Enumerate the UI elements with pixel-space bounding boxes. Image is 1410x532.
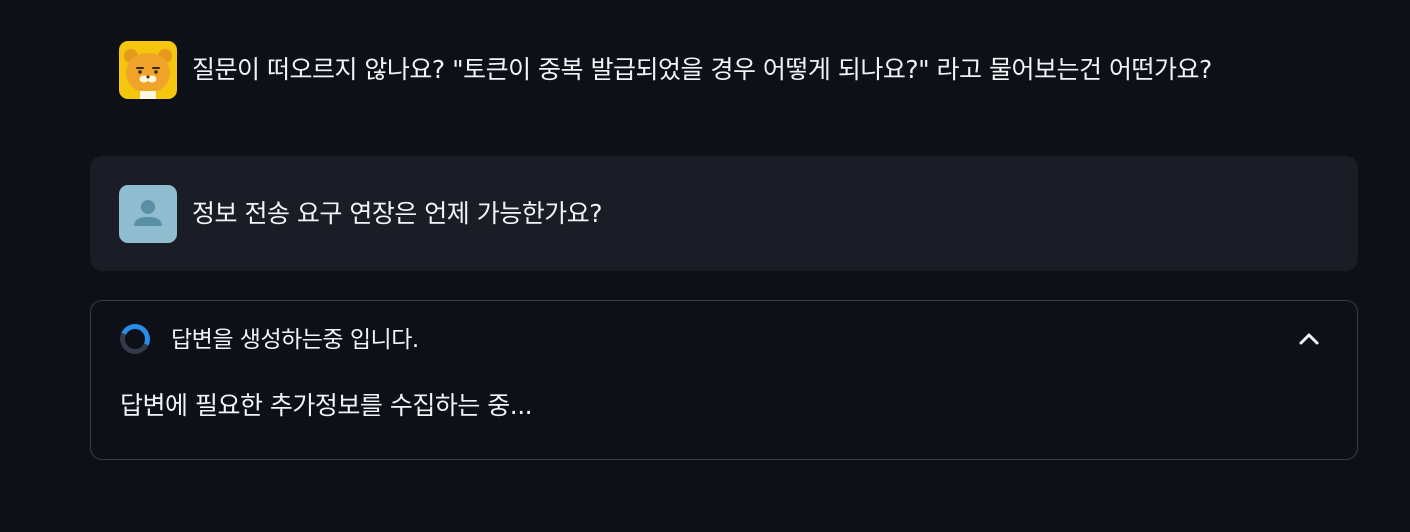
- user-message: 정보 전송 요구 연장은 언제 가능한가요?: [90, 156, 1358, 271]
- status-detail: 답변에 필요한 추가정보를 수집하는 중...: [120, 391, 533, 420]
- collapse-button[interactable]: [1291, 321, 1327, 357]
- user-icon: [119, 184, 177, 243]
- chevron-up-icon: [1299, 333, 1319, 345]
- assistant-message-text: 질문이 떠오르지 않나요? "토큰이 중복 발급되었을 경우 어떻게 되나요?"…: [192, 55, 1212, 84]
- loading-spinner-icon: [115, 319, 155, 359]
- ryan-bear-icon: [119, 41, 177, 99]
- assistant-message: 질문이 떠오르지 않나요? "토큰이 중복 발급되었을 경우 어떻게 되나요?"…: [119, 41, 1319, 99]
- chat-page: 질문이 떠오르지 않나요? "토큰이 중복 발급되었을 경우 어떻게 되나요?"…: [0, 0, 1410, 532]
- status-panel: 답변을 생성하는중 입니다. 답변에 필요한 추가정보를 수집하는 중...: [90, 300, 1358, 460]
- user-message-text: 정보 전송 요구 연장은 언제 가능한가요?: [192, 198, 603, 228]
- status-label: 답변을 생성하는중 입니다.: [171, 327, 419, 353]
